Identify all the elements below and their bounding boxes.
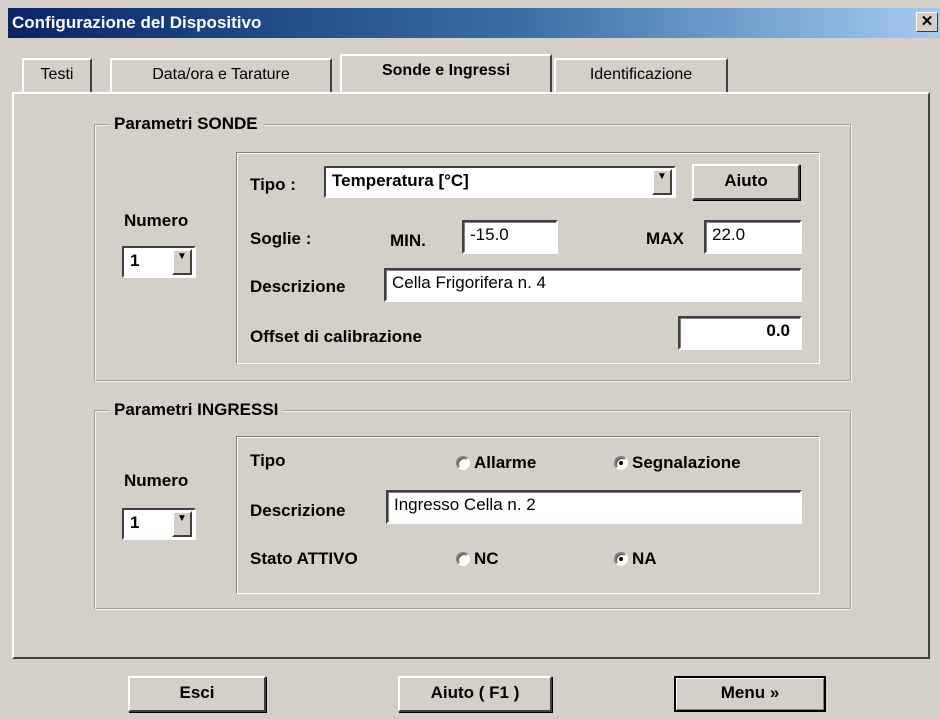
chevron-down-icon: ▼: [177, 251, 187, 262]
offset-label: Offset di calibrazione: [250, 327, 422, 346]
na-radio[interactable]: [614, 552, 628, 566]
allarme-radio[interactable]: [456, 456, 470, 470]
stato-attivo-label: Stato ATTIVO: [250, 549, 358, 568]
close-button[interactable]: ✕: [916, 12, 938, 32]
segnalazione-radio[interactable]: [614, 456, 628, 470]
sonde-tipo-value: Temperatura [°C]: [332, 171, 469, 190]
ingressi-descrizione-label: Descrizione: [250, 501, 346, 520]
nc-radio[interactable]: [456, 552, 470, 566]
min-input[interactable]: -15.0: [462, 220, 558, 254]
ingressi-tipo-label: Tipo: [250, 451, 286, 470]
radio-selected-dot: [619, 557, 623, 561]
sonde-tipo-dropdown-button[interactable]: ▼: [652, 169, 672, 195]
sonde-aiuto-button[interactable]: Aiuto: [692, 164, 800, 200]
ingressi-group-label: Parametri INGRESSI: [108, 400, 285, 420]
ingressi-numero-label: Numero: [124, 471, 189, 490]
ingressi-descrizione-input[interactable]: Ingresso Cella n. 2: [386, 490, 802, 524]
esci-label: Esci: [179, 683, 215, 702]
soglie-label: Soglie :: [250, 229, 312, 248]
sonde-numero-label: Numero: [124, 211, 189, 230]
radio-selected-dot: [619, 461, 623, 465]
nc-label: NC: [474, 549, 499, 568]
tab-testi-label: Testi: [40, 66, 74, 83]
max-input[interactable]: 22.0: [704, 220, 802, 254]
chevron-down-icon: ▼: [657, 171, 667, 182]
tab-testi[interactable]: Testi: [22, 58, 92, 92]
na-label: NA: [632, 549, 657, 568]
chevron-down-icon: ▼: [177, 513, 187, 524]
sonde-group-label: Parametri SONDE: [108, 114, 264, 134]
sonde-descrizione-label: Descrizione: [250, 277, 346, 296]
tab-sonde-ingressi[interactable]: Sonde e Ingressi: [340, 54, 552, 92]
aiuto-f1-button[interactable]: Aiuto ( F1 ): [398, 676, 552, 712]
allarme-label: Allarme: [474, 453, 537, 472]
sonde-aiuto-label: Aiuto: [724, 171, 768, 190]
tab-data-ora-label: Data/ora e Tarature: [152, 66, 290, 83]
tab-sonde-ingressi-label: Sonde e Ingressi: [381, 62, 511, 79]
tab-identificazione[interactable]: Identificazione: [554, 58, 728, 92]
window-title-bar: Configurazione del Dispositivo: [8, 8, 940, 38]
sonde-numero-value: 1: [130, 251, 140, 270]
ingressi-numero-value: 1: [130, 513, 140, 532]
close-icon: ✕: [920, 13, 934, 30]
tab-data-ora-tarature[interactable]: Data/ora e Tarature: [110, 58, 332, 92]
sonde-descrizione-input[interactable]: Cella Frigorifera n. 4: [384, 268, 802, 302]
ingressi-numero-dropdown-button[interactable]: ▼: [172, 511, 192, 537]
segnalazione-label: Segnalazione: [632, 453, 741, 472]
sonde-tipo-select[interactable]: Temperatura [°C]: [324, 166, 676, 198]
menu-label: Menu »: [720, 683, 780, 702]
menu-button[interactable]: Menu »: [674, 676, 826, 712]
max-label: MAX: [646, 229, 684, 248]
sonde-tipo-label: Tipo :: [250, 175, 296, 194]
esci-button[interactable]: Esci: [128, 676, 266, 712]
tab-identificazione-label: Identificazione: [589, 66, 693, 83]
sonde-numero-dropdown-button[interactable]: ▼: [172, 249, 192, 275]
window-title: Configurazione del Dispositivo: [12, 13, 262, 32]
aiuto-f1-label: Aiuto ( F1 ): [430, 683, 520, 702]
offset-input[interactable]: 0.0: [678, 316, 802, 350]
min-label: MIN.: [390, 231, 426, 250]
